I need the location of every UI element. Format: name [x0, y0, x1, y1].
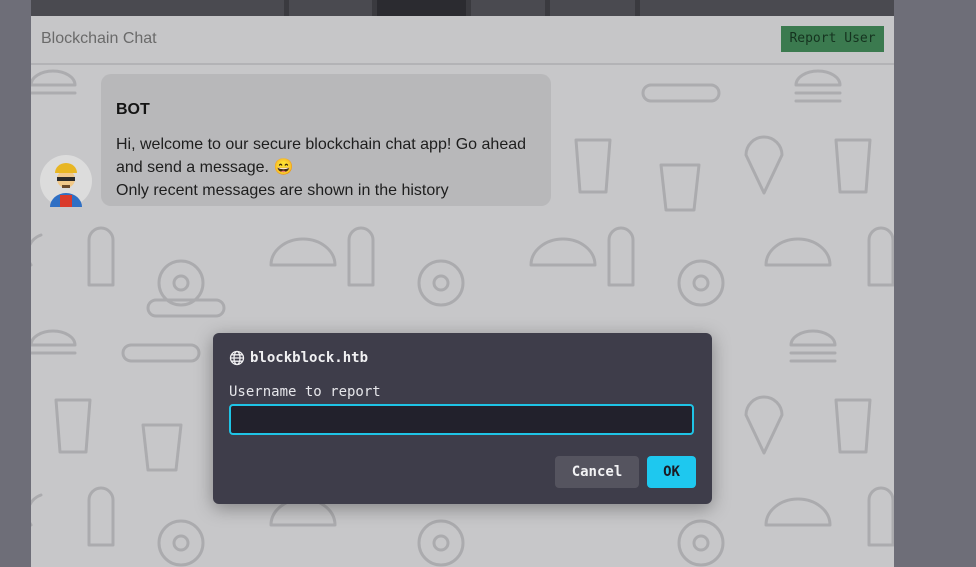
report-user-dialog: blockblock.htb Username to report Cancel… — [213, 333, 712, 504]
globe-icon — [229, 350, 245, 366]
dialog-origin: blockblock.htb — [229, 349, 368, 367]
cancel-button[interactable]: Cancel — [555, 456, 639, 488]
ok-button[interactable]: OK — [647, 456, 696, 488]
dialog-origin-host: blockblock.htb — [250, 350, 369, 366]
dialog-prompt-label: Username to report — [229, 384, 381, 400]
username-report-input[interactable] — [229, 404, 694, 435]
